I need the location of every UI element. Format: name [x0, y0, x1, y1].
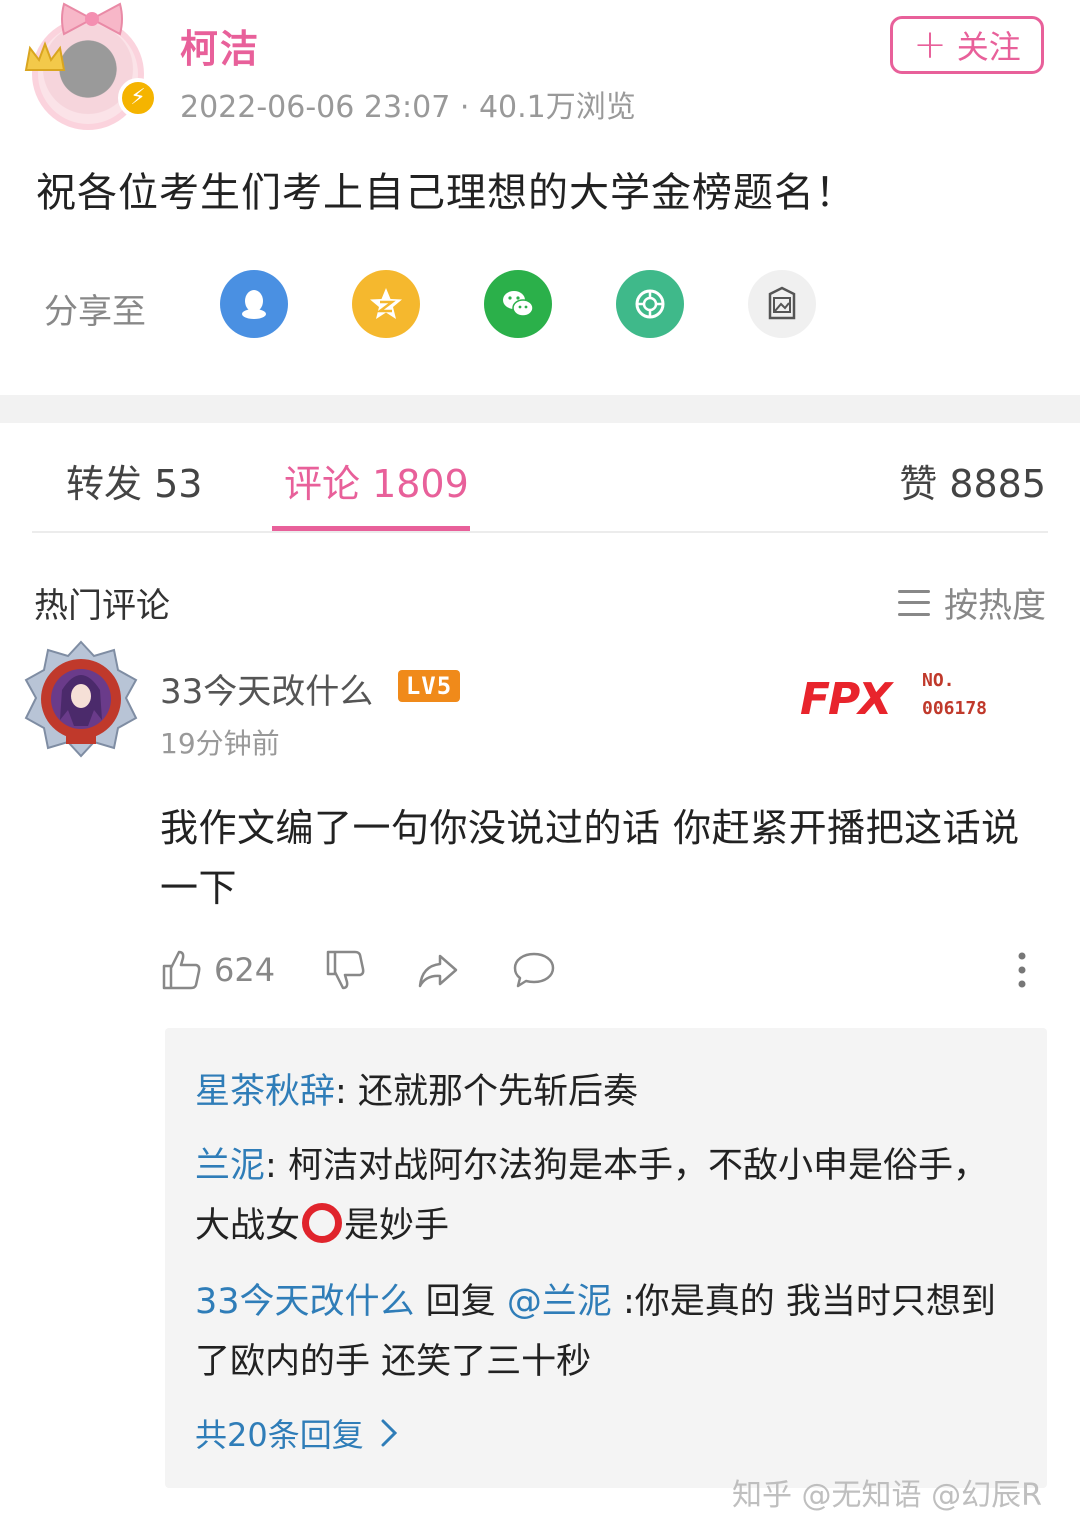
qzone-icon: [370, 288, 402, 319]
fan-badge-logo: FPX: [800, 674, 892, 725]
tab-repost[interactable]: 转发 53: [66, 453, 202, 508]
bow-icon: [61, 2, 123, 36]
share-qq-button[interactable]: [220, 270, 288, 338]
fan-badge[interactable]: FPX NO. 006178: [800, 668, 1010, 728]
menu-lines-icon: [898, 589, 930, 616]
reply-username[interactable]: 星茶秋辞: [195, 1072, 335, 1112]
sort-label: 按热度: [944, 586, 1046, 626]
sort-button[interactable]: 按热度: [898, 578, 1046, 627]
image-share-icon: [768, 286, 796, 320]
comment-text: 我作文编了一句你没说过的话 你赶紧开播把这话说一下: [160, 806, 1020, 910]
more-options-button[interactable]: [1000, 944, 1044, 996]
tab-bar: 转发 53 评论 1809 赞 8885: [0, 423, 1080, 533]
like-count: 624: [214, 951, 276, 989]
commenter-username[interactable]: 33今天改什么: [160, 664, 373, 713]
reply-item: 33今天改什么 回复 @兰泥 :你是真的 我当时只想到了欧内的手 还笑了三十秒: [195, 1272, 1015, 1392]
follow-label: 关注: [956, 28, 1021, 66]
tab-comments[interactable]: 评论 1809: [284, 453, 469, 508]
moments-icon: [635, 289, 665, 319]
verified-badge-icon: ⚡: [118, 78, 158, 118]
tab-likes[interactable]: 赞 8885: [899, 453, 1046, 508]
level-badge: LV5: [398, 670, 460, 702]
reply-username[interactable]: 兰泥: [195, 1146, 265, 1186]
reply-username[interactable]: 33今天改什么: [195, 1282, 415, 1322]
replies-box[interactable]: 星茶秋辞: 还就那个先斩后奏 兰泥: 柯洁对战阿尔法狗是本手，不敌小申是俗手，大…: [165, 1028, 1047, 1488]
fan-badge-no-label: NO.: [922, 670, 955, 691]
plus-icon: +: [913, 22, 947, 68]
reply-button[interactable]: [512, 944, 556, 996]
post-meta: 2022-06-06 23:07 · 40.1万浏览: [180, 90, 636, 125]
post-header: ⚡ 柯洁 2022-06-06 23:07 · 40.1万浏览 + 关注 祝各位…: [0, 0, 1080, 395]
dislike-button[interactable]: [324, 944, 368, 996]
more-replies-label: 共20条回复: [195, 1416, 364, 1454]
thumbs-down-icon: [326, 950, 365, 990]
share-comment-button[interactable]: [416, 944, 460, 996]
crown-icon: [24, 41, 66, 71]
author-name[interactable]: 柯洁: [180, 18, 260, 73]
section-divider: [0, 395, 1080, 423]
comment-actions: 624: [160, 944, 1040, 996]
commenter-avatar[interactable]: [22, 640, 140, 758]
reply-item: 兰泥: 柯洁对战阿尔法狗是本手，不敌小申是俗手，大战女 是妙手: [195, 1136, 1015, 1256]
share-label: 分享至: [44, 292, 146, 332]
author-avatar[interactable]: ⚡: [22, 0, 158, 138]
speech-bubble-icon: [513, 952, 555, 988]
like-button[interactable]: 624: [160, 944, 275, 996]
wechat-icon: [503, 291, 534, 317]
reply-mention[interactable]: @兰泥: [507, 1282, 612, 1322]
thumbs-up-icon: [162, 950, 201, 990]
follow-button[interactable]: + 关注: [890, 16, 1044, 74]
reply-text: 还就那个先斩后奏: [357, 1072, 638, 1112]
chevron-right-icon: [381, 1419, 397, 1447]
hot-comments-title: 热门评论: [34, 586, 170, 626]
share-moments-button[interactable]: [616, 270, 684, 338]
share-wechat-button[interactable]: [484, 270, 552, 338]
reply-text-end: 是妙手: [344, 1206, 450, 1246]
red-circle-emoji-icon: [302, 1203, 343, 1243]
fan-badge-number: 006178: [922, 698, 988, 719]
view-all-replies-link[interactable]: 共20条回复: [195, 1410, 398, 1456]
reply-word: 回复: [414, 1282, 507, 1322]
comment-time: 19分钟前: [160, 727, 280, 760]
share-image-button[interactable]: [748, 270, 816, 338]
share-arrow-icon: [418, 954, 458, 988]
vertical-dots-icon: [1018, 952, 1026, 988]
qq-icon: [242, 290, 266, 319]
reply-separator: :: [265, 1146, 288, 1186]
reply-separator: :: [335, 1072, 358, 1112]
post-body: 祝各位考生们考上自己理想的大学金榜题名！: [36, 170, 856, 216]
tab-divider: [32, 531, 1048, 533]
watermark: 知乎 @无知语 @幻辰R: [732, 1478, 1042, 1513]
share-qzone-button[interactable]: [352, 270, 420, 338]
reply-item: 星茶秋辞: 还就那个先斩后奏: [195, 1062, 1015, 1122]
